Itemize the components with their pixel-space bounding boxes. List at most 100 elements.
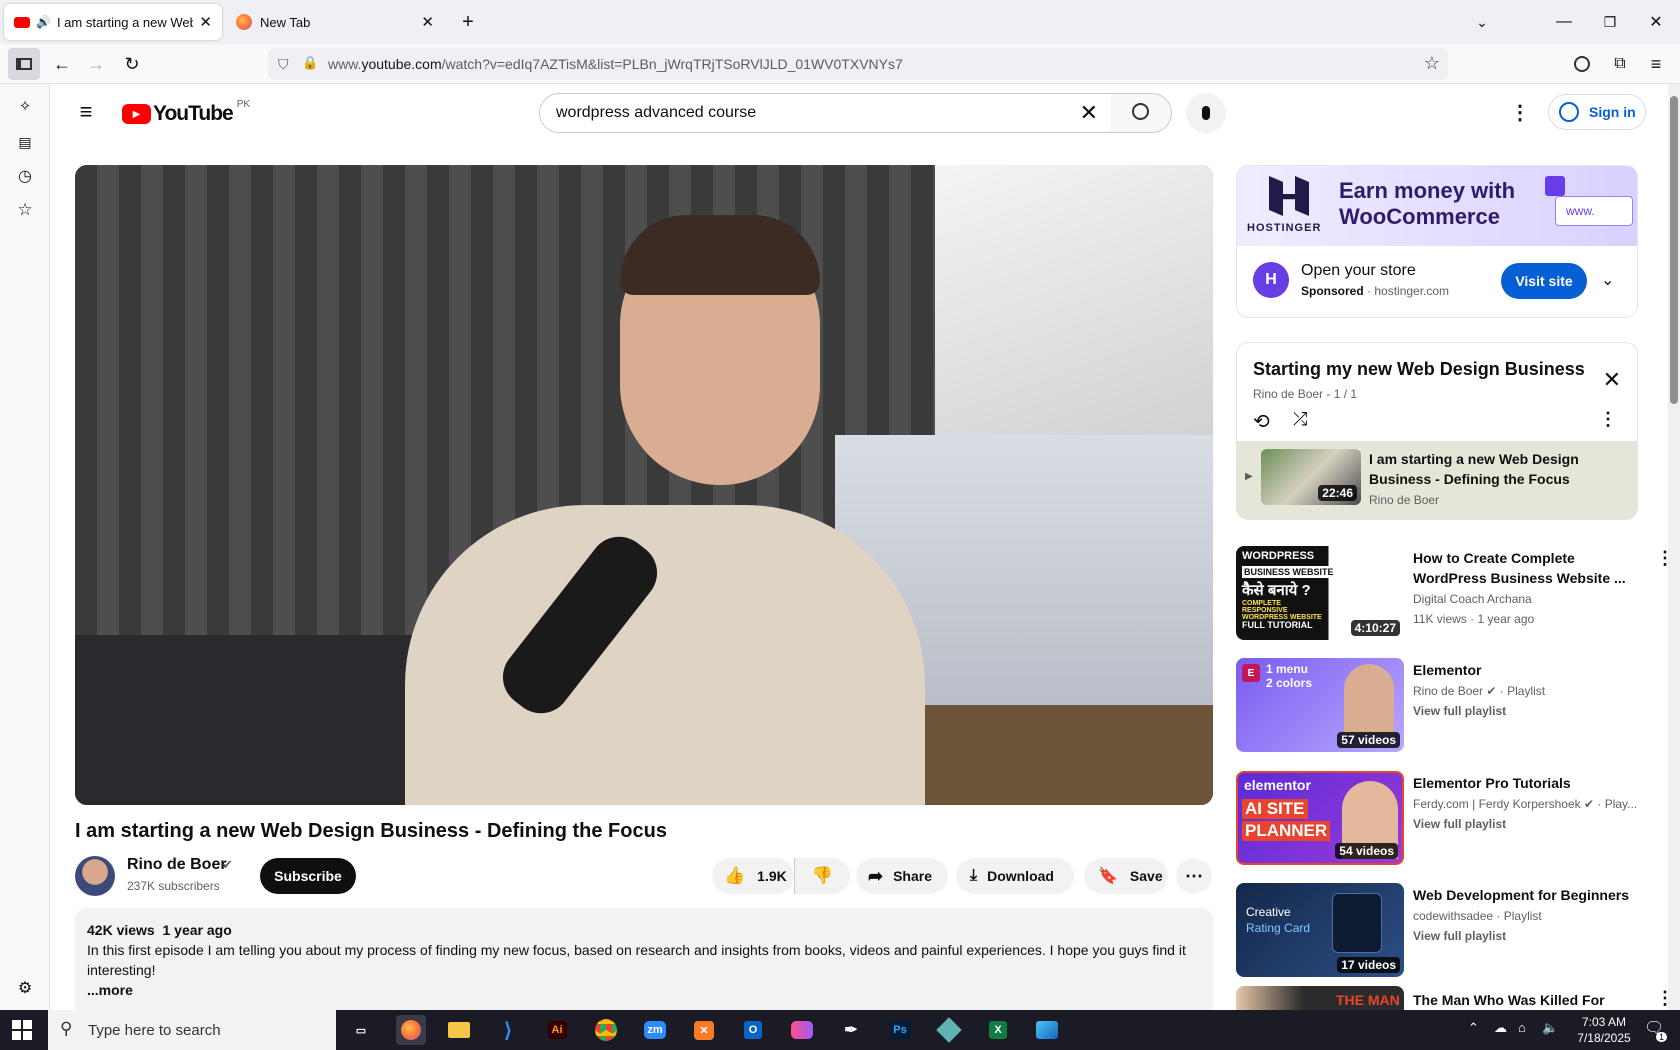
customize-sidebar-icon[interactable]: ⚙ (13, 976, 37, 1000)
recommendation-playlist-item[interactable]: elementor AI SITE PLANNER 54 videos Elem… (1236, 771, 1676, 865)
recommendation-item[interactable]: WORDPRESS BUSINESS WEBSITE कैसे बनाये ? … (1236, 546, 1676, 640)
youtube-logo[interactable]: ▶ YouTube PK (122, 99, 250, 126)
clear-search-icon[interactable]: ✕ (1080, 100, 1098, 126)
ad-headline: Earn money with WooCommerce (1339, 178, 1516, 229)
close-window-button[interactable]: ✕ (1644, 10, 1668, 34)
settings-more-icon[interactable]: ⋮ (1508, 100, 1532, 124)
bookmark-star-icon[interactable]: ☆ (1424, 53, 1440, 74)
expand-ad-icon[interactable]: ⌄ (1601, 270, 1614, 290)
shuffle-playlist-icon[interactable]: ⤮ (1293, 409, 1307, 430)
bookmarks-icon[interactable]: ☆ (13, 198, 37, 222)
channel-avatar[interactable] (75, 856, 115, 896)
outlook-icon[interactable]: O (738, 1015, 768, 1045)
thumb-text: WORDPRESS (1242, 550, 1315, 562)
app-menu-icon[interactable]: ≡ (1644, 52, 1668, 76)
visit-site-button[interactable]: Visit site (1501, 263, 1587, 299)
playlist-channel[interactable]: Rino de Boer (1253, 387, 1323, 401)
page-scrollbar[interactable] (1668, 84, 1680, 1010)
recommendation-item[interactable]: THE MAN The Man Who Was Killed For ⋮ (1236, 986, 1676, 1010)
restore-button[interactable]: ❐ (1598, 10, 1622, 34)
cloud-sync-icon[interactable]: ☁ (1494, 1020, 1507, 1036)
hostinger-logo-icon (1269, 176, 1309, 216)
history-icon[interactable]: ◷ (13, 164, 37, 188)
tab-new-tab[interactable]: New Tab ✕ (226, 4, 444, 40)
playlist-more-icon[interactable]: ⋮ (1599, 409, 1617, 430)
playlist-title[interactable]: Starting my new Web Design Business (1253, 359, 1585, 380)
url-bar[interactable]: ⛉ 🔒 www. youtube.com/watch?v=edIq7AZTisM&… (268, 48, 1448, 80)
ad-card[interactable]: HOSTINGER Earn money with WooCommerce ww… (1236, 165, 1638, 318)
clock[interactable]: 7:03 AM 7/18/2025 (1570, 1014, 1638, 1046)
shield-icon[interactable]: ⛉ (278, 56, 289, 73)
show-hidden-icons[interactable]: ⌃ (1468, 1020, 1479, 1036)
taskbar-search-input[interactable]: ⚲ Type here to search (48, 1010, 336, 1050)
recommendation-channel: Digital Coach Archana (1413, 592, 1532, 606)
save-button[interactable]: 🔖 Save (1084, 858, 1168, 894)
reload-icon[interactable]: ↻ (116, 48, 148, 80)
recommendation-title: Elementor Pro Tutorials (1413, 775, 1571, 791)
verified-check-icon: ✔ (1583, 797, 1595, 811)
network-icon[interactable]: ⌂ (1518, 1020, 1526, 1035)
extensions-icon[interactable]: ⧉ (1608, 52, 1632, 76)
photos-icon[interactable] (1032, 1015, 1062, 1045)
back-icon[interactable]: ← (46, 48, 78, 80)
ai-chatbot-icon[interactable]: ✧ (13, 94, 37, 118)
like-button[interactable]: 👍 1.9K (712, 858, 794, 894)
playlist-item[interactable]: ▶ 22:46 I am starting a new Web Design B… (1237, 441, 1637, 519)
subscriber-count: 237K subscribers (127, 879, 220, 893)
channel-name[interactable]: Rino de Boer (127, 856, 227, 874)
close-tab-icon[interactable]: ✕ (421, 13, 434, 31)
synced-tabs-icon[interactable]: ▤ (13, 130, 37, 154)
volume-icon[interactable]: 🔈 (1542, 1020, 1558, 1036)
verified-check-icon: ✔ (1486, 684, 1497, 698)
creative-cloud-icon[interactable] (787, 1015, 817, 1045)
list-all-tabs-icon[interactable]: ⌄ (1470, 10, 1494, 34)
close-tab-icon[interactable]: ✕ (199, 13, 212, 31)
video-player[interactable] (75, 165, 1213, 805)
zoom-icon[interactable]: zm (640, 1015, 670, 1045)
loop-playlist-icon[interactable]: ⟲ (1253, 409, 1270, 434)
new-tab-button[interactable]: + (456, 10, 480, 34)
chrome-icon[interactable] (591, 1015, 621, 1045)
description-box[interactable]: 42K views 1 year ago In this first episo… (75, 908, 1213, 1010)
minimize-button[interactable]: — (1552, 10, 1576, 34)
scrollbar-thumb[interactable] (1670, 96, 1678, 404)
file-explorer-icon[interactable] (444, 1015, 474, 1045)
sourcetree-icon[interactable] (934, 1015, 964, 1045)
recommendation-playlist-item[interactable]: Creative Rating Card 17 videos Web Devel… (1236, 883, 1676, 977)
youtube-page: ≡ ▶ YouTube PK wordpress advanced course… (50, 84, 1680, 1010)
show-more-link[interactable]: ...more (87, 980, 1201, 1000)
ad-banner[interactable]: HOSTINGER Earn money with WooCommerce ww… (1237, 166, 1637, 246)
illustrator-icon[interactable]: Ai (542, 1015, 572, 1045)
windows-start-icon[interactable] (12, 1020, 32, 1040)
xampp-icon[interactable]: ✕ (689, 1015, 719, 1045)
sign-in-button[interactable]: Sign in (1548, 94, 1646, 130)
excel-icon[interactable]: X (983, 1015, 1013, 1045)
more-actions-icon[interactable]: ⋯ (1176, 858, 1212, 894)
photoshop-icon[interactable]: Ps (885, 1015, 915, 1045)
recommendation-playlist-item[interactable]: E 1 menu 2 colors 57 videos Elementor Ri… (1236, 658, 1676, 752)
download-button[interactable]: ⤓ Download (956, 858, 1074, 894)
speaker-icon[interactable]: 🔊 (36, 15, 51, 29)
search-button[interactable] (1110, 93, 1172, 133)
playlist-thumbnail: E 1 menu 2 colors 57 videos (1236, 658, 1404, 752)
dislike-button[interactable]: 👎 (794, 858, 850, 894)
tab-youtube[interactable]: 🔊 I am starting a new Web Design Busines… (4, 4, 222, 40)
vscode-icon[interactable]: ⟩ (493, 1015, 523, 1045)
search-input[interactable]: wordpress advanced course ✕ (539, 93, 1111, 133)
thumb-text: कैसे बनाये ? (1242, 582, 1311, 599)
subscribe-button[interactable]: Subscribe (260, 858, 356, 894)
task-view-icon[interactable]: ▭ (346, 1015, 376, 1045)
guide-menu-icon[interactable]: ≡ (74, 99, 98, 124)
forward-icon[interactable]: → (80, 48, 112, 80)
close-playlist-icon[interactable]: ✕ (1603, 367, 1621, 393)
firefox-taskbar-icon[interactable] (396, 1015, 426, 1045)
share-button[interactable]: ➦ Share (856, 858, 948, 894)
lock-icon[interactable]: 🔒 (302, 55, 318, 71)
view-full-playlist-link[interactable]: View full playlist (1413, 702, 1506, 720)
view-full-playlist-link[interactable]: View full playlist (1413, 927, 1506, 945)
pen-tool-icon[interactable]: ✒ (836, 1015, 866, 1045)
account-icon[interactable] (1570, 52, 1594, 76)
view-full-playlist-link[interactable]: View full playlist (1413, 815, 1506, 833)
sidebar-toggle-icon[interactable] (8, 48, 40, 80)
voice-search-button[interactable] (1186, 93, 1226, 133)
